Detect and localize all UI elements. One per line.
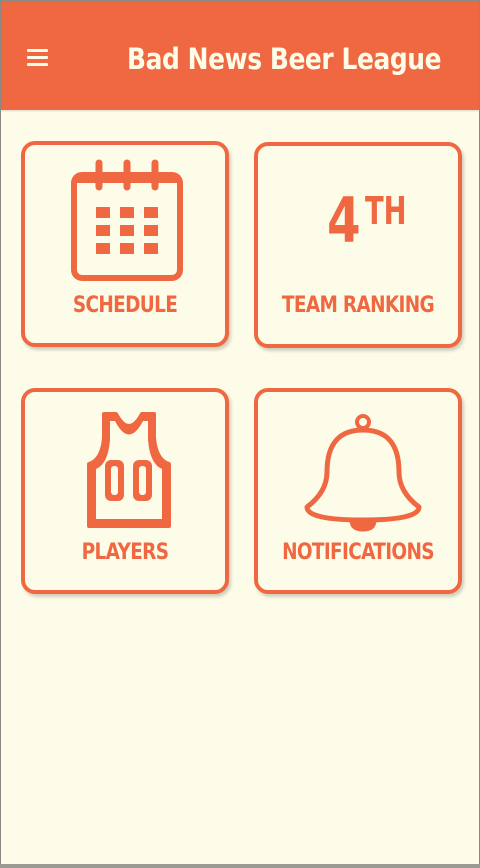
app-bar: Bad News Beer League (1, 1, 479, 110)
jersey-icon (87, 412, 171, 528)
players-label: PLAYERS (81, 540, 169, 565)
calendar-icon (71, 159, 183, 281)
team-ranking-tile[interactable]: 4 TH TEAM RANKING (254, 142, 462, 348)
players-tile[interactable]: PLAYERS (21, 388, 229, 594)
app-title: Bad News Beer League (127, 42, 442, 76)
notifications-label: NOTIFICATIONS (282, 540, 435, 565)
schedule-label: SCHEDULE (72, 293, 178, 318)
team-ranking-label: TEAM RANKING (281, 293, 435, 318)
menu-button[interactable] (27, 49, 49, 67)
schedule-tile[interactable]: SCHEDULE (21, 141, 229, 347)
rank-suffix: TH (365, 189, 407, 233)
bell-icon (304, 414, 422, 532)
bottom-edge (0, 864, 480, 868)
rank-number: 4 (327, 184, 361, 257)
notifications-tile[interactable]: NOTIFICATIONS (254, 388, 462, 594)
